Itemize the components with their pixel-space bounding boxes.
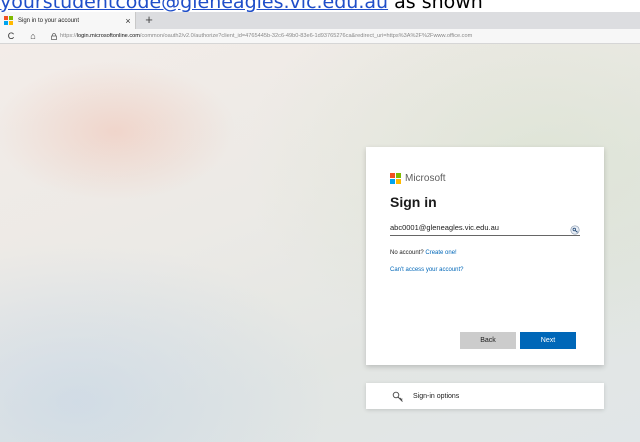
- signin-options-button[interactable]: Sign-in options: [366, 383, 604, 409]
- address-bar[interactable]: https://login.microsoftonline.com/common…: [48, 29, 640, 43]
- close-tab-icon[interactable]: ×: [121, 16, 135, 26]
- signin-options-label: Sign-in options: [413, 392, 460, 400]
- key-icon: [392, 390, 404, 402]
- no-account-text: No account?: [390, 250, 424, 256]
- browser-toolbar: C ⌂ https://login.microsoftonline.com/co…: [0, 29, 640, 44]
- button-row: Back Next: [460, 332, 576, 349]
- microsoft-logo-icon: [4, 16, 13, 25]
- page-title: Sign in: [390, 194, 437, 210]
- url-prefix: https://: [60, 33, 77, 39]
- microsoft-logo-icon: [390, 172, 401, 184]
- url-path: /common/oauth2/v2.0/authorize?client_id=…: [139, 33, 473, 39]
- next-button[interactable]: Next: [520, 332, 576, 349]
- home-icon[interactable]: ⌂: [22, 29, 44, 43]
- url-host: login.microsoftonline.com: [76, 33, 140, 39]
- email-field-container: [390, 219, 580, 236]
- no-account-row: No account? Create one!: [390, 250, 580, 256]
- create-account-link[interactable]: Create one!: [425, 250, 456, 256]
- email-field[interactable]: [390, 222, 560, 232]
- browser-tab-signin[interactable]: Sign in to your account ×: [0, 12, 136, 29]
- cant-access-link[interactable]: Can't access your account?: [390, 267, 580, 273]
- password-key-icon[interactable]: [570, 222, 580, 235]
- new-tab-button[interactable]: +: [142, 12, 156, 29]
- lock-icon: [48, 32, 60, 40]
- brand-name: Microsoft: [405, 172, 446, 184]
- refresh-icon[interactable]: C: [0, 29, 22, 43]
- browser-tab-strip: Sign in to your account × +: [0, 12, 640, 29]
- url-text: https://login.microsoftonline.com/common…: [60, 33, 472, 39]
- tab-title: Sign in to your account: [18, 17, 80, 24]
- brand-header: Microsoft: [390, 171, 580, 185]
- signin-card: Microsoft Sign in No account? Create one…: [366, 147, 604, 365]
- back-button[interactable]: Back: [460, 332, 516, 349]
